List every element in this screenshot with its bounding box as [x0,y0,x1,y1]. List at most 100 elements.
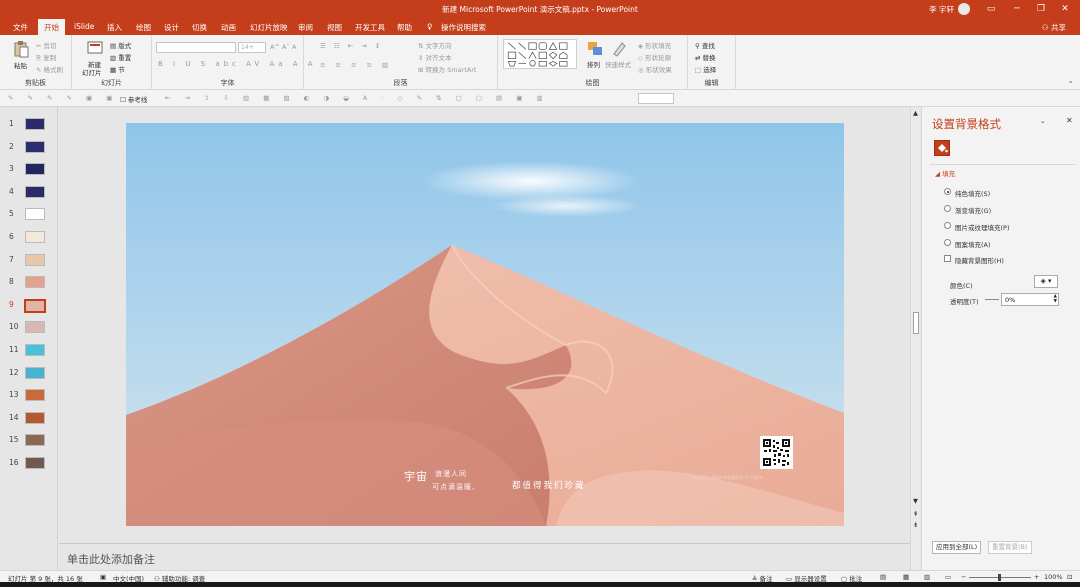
shapes-gallery[interactable] [503,39,577,69]
format-painter-button[interactable]: ✎ 格式刷 [36,64,63,74]
tab-home[interactable]: 开始 [38,19,65,35]
tab-animations[interactable]: 动画 [221,22,236,33]
slide-thumbnail[interactable] [25,276,45,289]
tab-islide[interactable]: iSlide [74,22,94,31]
zoom-slider-thumb[interactable] [998,574,1001,581]
slideshow-view-icon[interactable]: ▭ [945,573,951,581]
normal-view-icon[interactable]: ▤ [880,573,886,581]
tab-design[interactable]: 设计 [164,22,179,33]
fill-tab-icon[interactable] [934,140,950,156]
smartart-button[interactable]: ⊞ 转换为 SmartArt [418,64,476,74]
font-style-buttons[interactable]: B I U S abc AV Aa A A [158,60,317,68]
maximize-button[interactable]: ❐ [1034,2,1048,16]
slide-thumbnail[interactable] [25,185,45,198]
collapse-ribbon-icon[interactable]: ⌃ [1068,80,1073,88]
zoom-in-icon[interactable]: + [1034,573,1039,581]
tab-draw[interactable]: 绘图 [136,22,151,33]
transparency-input[interactable]: 0% ▲ ▼ [1001,293,1059,306]
paste-icon[interactable] [12,40,30,58]
slide-thumbnail[interactable] [25,321,45,334]
new-slide-label-2[interactable]: 幻灯片 [82,67,102,77]
replace-button[interactable]: ⇄ 替换 [695,52,716,62]
cut-button[interactable]: ✂ 剪切 [36,40,57,50]
color-picker-button[interactable]: ◈ ▾ [1034,275,1058,288]
hide-bg-label[interactable]: 隐藏背景图形(H) [955,255,1004,265]
quick-styles-icon[interactable] [610,40,628,58]
slide-thumbnail[interactable] [25,411,45,424]
tab-transitions[interactable]: 切换 [192,22,207,33]
hide-bg-checkbox[interactable] [944,255,951,262]
font-name-combo[interactable] [156,42,236,53]
align-text-button[interactable]: ⇕ 对齐文本 [418,52,452,62]
slide-thumbnail[interactable] [25,231,45,243]
gradient-fill-radio[interactable] [944,205,951,212]
fit-slide-icon[interactable]: ⊡ [1067,573,1072,581]
minimize-button[interactable]: ─ [1010,2,1024,16]
sorter-view-icon[interactable]: ▦ [903,573,909,581]
user-name[interactable]: 李 宇轩 [929,4,954,15]
section-button[interactable]: ▦ 节 [110,64,125,74]
slide-thumbnail[interactable] [25,253,45,266]
slide-thumbnail[interactable] [25,118,45,130]
tab-developer[interactable]: 开发工具 [355,22,385,33]
slide-thumbnail[interactable] [25,163,45,176]
slide-thumbnail[interactable] [25,434,45,447]
notes-pane[interactable]: 单击此处添加备注 [59,543,910,570]
shape-fill-button[interactable]: ◈ 形状填充 [638,40,671,50]
qat-icons-left[interactable]: ✎ ✎ ✎ ✎ ▣ ▣ [8,94,118,102]
slide-thumbnail[interactable] [25,389,45,402]
apply-to-all-button[interactable]: 应用到全部(L) [932,541,982,554]
pattern-fill-label[interactable]: 图案填充(A) [955,239,991,249]
share-button[interactable]: ⚇ 共享 [1042,22,1066,33]
fill-section-header[interactable]: ◢ 填充 [935,168,955,178]
spinner-icon[interactable]: ▲ ▼ [1054,294,1057,304]
pane-close-icon[interactable]: ✕ [1066,116,1073,125]
scroll-down-icon[interactable]: ▼ [913,497,918,505]
reset-background-button[interactable]: 重置背景(B) [988,541,1032,554]
slide-thumbnail[interactable] [25,457,45,469]
qat-combo[interactable] [638,93,674,104]
grow-font-icon[interactable]: A^ Aˇ [270,43,290,51]
notes-placeholder[interactable]: 单击此处添加备注 [67,551,155,567]
tab-help[interactable]: 帮助 [397,22,412,33]
slide-thumbnail[interactable] [25,208,45,221]
pattern-fill-radio[interactable] [944,239,951,246]
slide-thumbnail[interactable] [25,344,45,356]
zoom-out-icon[interactable]: − [961,573,966,581]
zoom-level[interactable]: 100% [1044,573,1063,581]
reset-button[interactable]: ▥ 重置 [110,52,131,62]
shape-effects-button[interactable]: ◎ 形状效果 [638,64,672,74]
find-button[interactable]: ⚲ 查找 [695,40,715,50]
reading-view-icon[interactable]: ▥ [924,573,930,581]
gradient-fill-label[interactable]: 渐变填充(G) [955,205,991,215]
next-slide-icon[interactable]: ⇟ [913,521,918,529]
ribbon-display-icon[interactable]: ▭ [984,2,998,16]
solid-fill-radio[interactable] [944,188,951,195]
quick-styles-label[interactable]: 快速样式 [605,59,631,69]
close-button[interactable]: ✕ [1058,2,1072,16]
font-size-combo[interactable]: 14+ [238,42,266,53]
paste-label[interactable]: 粘贴 [14,60,27,70]
tab-review[interactable]: 审阅 [298,22,313,33]
slide-thumbnail[interactable] [24,298,46,313]
tab-view[interactable]: 视图 [327,22,342,33]
slide-canvas[interactable]: 宇宙 浪漫人间 可点滴温暖, 都值得我们珍藏 © 2021 | 版权所有保留版权… [126,123,844,526]
scroll-up-icon[interactable]: ▲ [913,109,918,117]
avatar-icon[interactable] [958,3,970,15]
pane-options-icon[interactable]: ⌄ [1040,117,1045,125]
picture-fill-radio[interactable] [944,222,951,229]
clear-format-icon[interactable]: A [292,43,296,51]
prev-slide-icon[interactable]: ⇞ [913,510,918,518]
select-button[interactable]: ⬚ 选择 [695,64,716,74]
picture-fill-label[interactable]: 图片或纹理填充(P) [955,222,1010,232]
copy-button[interactable]: ⎘ 复制 [36,52,56,63]
tell-me-search[interactable]: 操作说明搜索 [441,22,486,33]
solid-fill-label[interactable]: 纯色填充(S) [955,188,990,198]
list-buttons[interactable]: ☰ ☷ ⇤ ⇥ ↕ [320,42,383,50]
transparency-slider[interactable] [985,299,999,300]
guides-checkbox[interactable]: ☐ 参考线 [120,94,147,104]
layout-button[interactable]: ▤ 版式 [110,40,131,50]
shape-outline-button[interactable]: ◇ 形状轮廓 [638,52,671,62]
scroll-thumb[interactable] [913,312,919,334]
vertical-scrollbar[interactable]: ▲ ▼ ⇞ ⇟ [910,107,920,570]
